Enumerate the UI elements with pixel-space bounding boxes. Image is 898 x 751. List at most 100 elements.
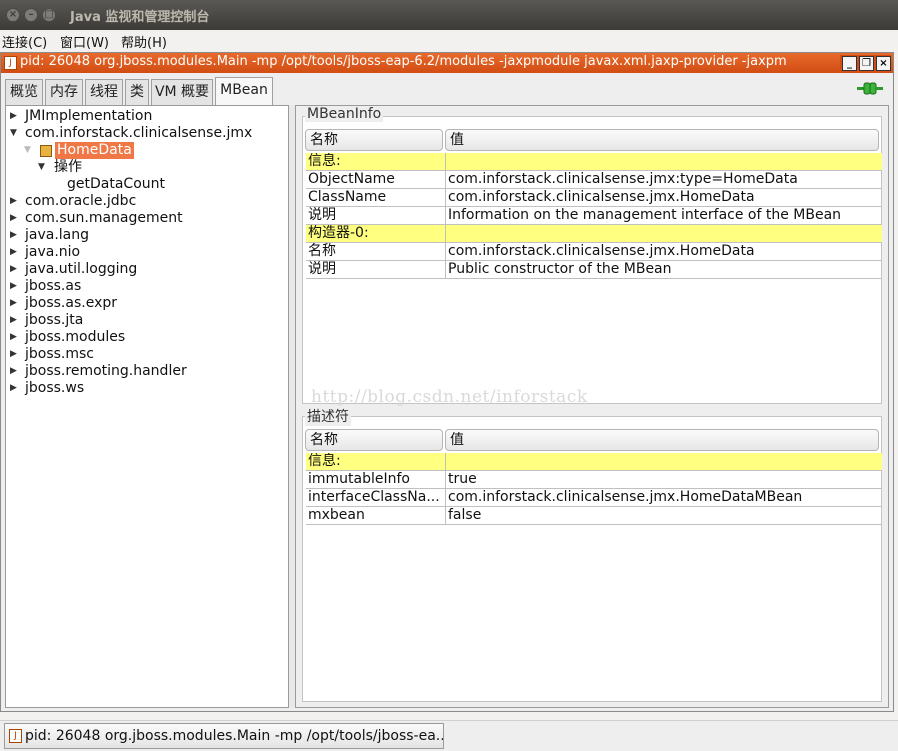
tree-node[interactable]: ▶ java.util.logging — [6, 261, 288, 278]
tree-node[interactable]: ▶ java.nio — [6, 244, 288, 261]
tree-node-label: getDataCount — [67, 176, 165, 192]
column-header-value[interactable]: 值 — [445, 429, 879, 451]
tree-node-label: HomeData — [55, 142, 134, 159]
internal-frame-buttons: _ ❐ × — [840, 55, 891, 71]
table-row[interactable]: 名称 com.inforstack.clinicalsense.jmx.HomeD… — [306, 243, 882, 261]
cell-value: com.inforstack.clinicalsense.jmx.HomeDat… — [448, 489, 803, 505]
expand-icon[interactable]: ▶ — [10, 244, 17, 261]
tree-node[interactable]: ▶ jboss.msc — [6, 346, 288, 363]
expand-icon[interactable]: ▶ — [10, 346, 17, 363]
cell-name: ObjectName — [306, 171, 446, 189]
tree-node-label: jboss.remoting.handler — [25, 363, 187, 379]
expand-icon[interactable]: ▶ — [10, 278, 17, 295]
table-row[interactable]: 构造器-0: — [306, 225, 882, 243]
collapse-icon[interactable]: ▼ — [24, 142, 31, 159]
cell-value: true — [448, 471, 477, 487]
cell-value: com.inforstack.clinicalsense.jmx.HomeDat… — [448, 243, 755, 259]
minimize-window-button[interactable]: – — [24, 8, 38, 22]
table-row[interactable]: ObjectName com.inforstack.clinicalsense.j… — [306, 171, 882, 189]
expand-icon[interactable]: ▶ — [10, 295, 17, 312]
menu-connect[interactable]: 连接(C) — [2, 32, 47, 51]
expand-icon[interactable]: ▶ — [10, 261, 17, 278]
tree-node-label: com.inforstack.clinicalsense.jmx — [25, 125, 253, 141]
cell-value: com.inforstack.clinicalsense.jmx:type=Ho… — [448, 171, 798, 187]
taskbar-window-button[interactable]: J pid: 26048 org.jboss.modules.Main -mp … — [4, 723, 444, 749]
tab-threads[interactable]: 线程 — [85, 79, 123, 105]
table-row[interactable]: mxbean false — [306, 507, 882, 525]
java-icon: J — [4, 56, 17, 70]
internal-frame-titlebar[interactable]: J pid: 26048 org.jboss.modules.Main -mp … — [1, 53, 893, 73]
table-row[interactable]: immutableInfo true — [306, 471, 882, 489]
tree-node[interactable]: ▶ jboss.remoting.handler — [6, 363, 288, 380]
tree-node-label: java.util.logging — [25, 261, 138, 277]
tree-node-label: JMImplementation — [25, 108, 153, 124]
tree-node-selected[interactable]: ▼ HomeData — [6, 142, 288, 159]
tree-node[interactable]: ▶ jboss.as — [6, 278, 288, 295]
tree-node[interactable]: ▶ jboss.modules — [6, 329, 288, 346]
menu-help[interactable]: 帮助(H) — [121, 32, 167, 51]
mbean-tree: ▶ JMImplementation ▼ com.inforstack.clin… — [5, 105, 289, 708]
table-row[interactable]: 说明 Public constructor of the MBean — [306, 261, 882, 279]
tree-node[interactable]: ▼ com.inforstack.clinicalsense.jmx — [6, 125, 288, 142]
expand-icon[interactable]: ▶ — [10, 329, 17, 346]
tree-node-label: 操作 — [54, 159, 82, 175]
tree-node[interactable]: ▶ jboss.ws — [6, 380, 288, 397]
table-row[interactable]: 说明 Information on the management interfac… — [306, 207, 882, 225]
tree-node[interactable]: ▶ JMImplementation — [6, 108, 288, 125]
tree-node[interactable]: ▶ java.lang — [6, 227, 288, 244]
connection-status-icon[interactable] — [857, 81, 883, 95]
expand-icon[interactable]: ▶ — [10, 363, 17, 380]
expand-icon[interactable]: ▶ — [10, 227, 17, 244]
tree-node[interactable]: ▶ jboss.as.expr — [6, 295, 288, 312]
tree-node[interactable]: ▼ 操作 — [6, 159, 288, 176]
cell-name: 信息: — [306, 153, 446, 171]
tab-overview[interactable]: 概览 — [5, 79, 43, 105]
tree-node-label: jboss.msc — [25, 346, 95, 362]
tab-vm-summary[interactable]: VM 概要 — [151, 79, 213, 105]
tree-node-label: com.sun.management — [25, 210, 183, 226]
cell-name: interfaceClassNa... — [306, 489, 446, 507]
tree-node[interactable]: ▶ com.oracle.jdbc — [6, 193, 288, 210]
watermark-text: http://blog.csdn.net/inforstack — [311, 387, 588, 407]
restore-frame-button[interactable]: ❐ — [859, 56, 874, 71]
expand-icon[interactable]: ▶ — [10, 312, 17, 329]
mbeaninfo-group: MBeanInfo 名称 值 信息: ObjectName com.inforst… — [302, 106, 882, 407]
tree-node-label: java.lang — [25, 227, 90, 243]
internal-frame-title: pid: 26048 org.jboss.modules.Main -mp /o… — [20, 54, 787, 69]
window-titlebar: × – □ Java 监视和管理控制台 — [0, 0, 898, 30]
cell-value — [446, 153, 882, 171]
expand-icon[interactable]: ▶ — [10, 108, 17, 125]
taskbar-window-label: pid: 26048 org.jboss.modules.Main -mp /o… — [25, 728, 444, 744]
java-icon: J — [9, 729, 22, 743]
table-row[interactable]: interfaceClassNa... com.inforstack.clinic… — [306, 489, 882, 507]
menu-window[interactable]: 窗口(W) — [60, 32, 109, 51]
collapse-icon[interactable]: ▼ — [38, 159, 45, 176]
internal-frame: J pid: 26048 org.jboss.modules.Main -mp … — [0, 52, 894, 712]
expand-icon[interactable]: ▶ — [10, 380, 17, 397]
cell-name: 构造器-0: — [306, 225, 446, 243]
tree-node[interactable]: getDataCount — [6, 176, 288, 193]
column-header-value[interactable]: 值 — [445, 129, 879, 151]
tab-memory[interactable]: 内存 — [45, 79, 83, 105]
expand-icon[interactable]: ▶ — [10, 193, 17, 210]
table-row[interactable]: ClassName com.inforstack.clinicalsense.jm… — [306, 189, 882, 207]
cell-value: com.inforstack.clinicalsense.jmx.HomeDat… — [448, 189, 755, 205]
table-row[interactable]: 信息: — [306, 453, 882, 471]
tree-node[interactable]: ▶ com.sun.management — [6, 210, 288, 227]
minimize-frame-button[interactable]: _ — [842, 56, 857, 71]
mbean-detail-panel: MBeanInfo 名称 值 信息: ObjectName com.inforst… — [295, 105, 889, 708]
close-frame-button[interactable]: × — [876, 56, 891, 71]
collapse-icon[interactable]: ▼ — [10, 125, 17, 142]
table-row[interactable]: 信息: — [306, 153, 882, 171]
column-header-name[interactable]: 名称 — [305, 429, 443, 451]
maximize-window-button[interactable]: □ — [42, 8, 56, 22]
expand-icon[interactable]: ▶ — [10, 210, 17, 227]
tab-classes[interactable]: 类 — [125, 79, 149, 105]
cell-name: mxbean — [306, 507, 446, 525]
column-header-name[interactable]: 名称 — [305, 129, 443, 151]
close-window-button[interactable]: × — [6, 8, 20, 22]
tab-mbean[interactable]: MBean — [215, 77, 273, 106]
taskbar: J pid: 26048 org.jboss.modules.Main -mp … — [0, 720, 898, 751]
tree-node[interactable]: ▶ jboss.jta — [6, 312, 288, 329]
descriptor-title: 描述符 — [305, 406, 351, 426]
